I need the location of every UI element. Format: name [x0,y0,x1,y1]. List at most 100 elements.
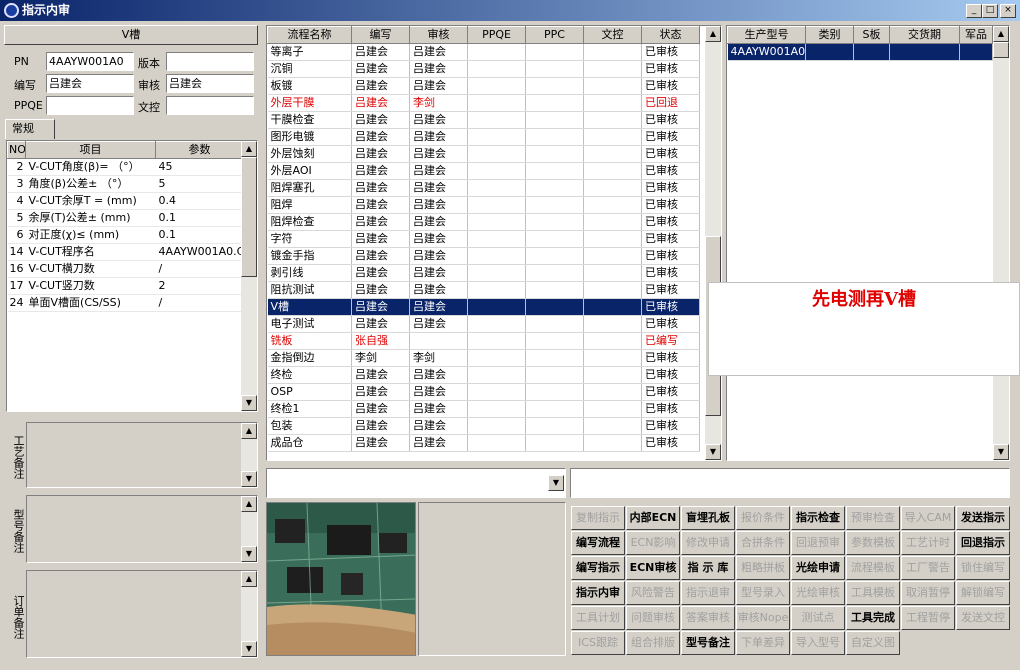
function-button[interactable]: 预审检查 [846,506,900,530]
chevron-down-icon[interactable]: ▼ [548,475,564,491]
function-button[interactable]: 导入CAM [901,506,955,530]
order-col-header[interactable]: 类别 [805,26,854,44]
info-text-box[interactable] [570,468,1010,498]
flow-combo[interactable]: ▼ [266,468,566,498]
function-button[interactable]: 工具完成 [846,606,900,630]
version-field[interactable] [166,52,254,71]
function-button[interactable]: 取消暂停 [901,581,955,605]
doc-control-field[interactable] [166,96,254,115]
function-button[interactable]: 型号录入 [736,581,790,605]
flow-col-header[interactable]: 状态 [641,26,700,44]
col-header-no[interactable]: NO [7,141,26,159]
function-button[interactable]: 编写流程 [571,531,625,555]
param-row[interactable]: 5 余厚(T)公差± (mm) 0.1 [7,209,244,227]
scroll-up-arrow-icon[interactable]: ▲ [241,423,257,439]
param-row[interactable]: 3 角度(β)公差± （°） 5 [7,175,244,193]
function-button[interactable]: 工具模板 [846,581,900,605]
function-button[interactable]: 指示内审 [571,581,625,605]
function-button[interactable]: 测试点 [791,606,845,630]
pn-field[interactable]: 4AAYW001A0 [46,52,134,71]
flow-row[interactable]: 外层AOI 吕建会 吕建会 已审核 [267,162,700,180]
function-button[interactable]: 盲埋孔板 [681,506,735,530]
flow-row[interactable]: 包装 吕建会 吕建会 已审核 [267,417,700,435]
function-button[interactable]: 解锁编写 [956,581,1010,605]
flow-row[interactable]: 阻抗测试 吕建会 吕建会 已审核 [267,281,700,299]
flow-col-header[interactable]: PPQE [467,26,526,44]
maximize-button[interactable]: □ [982,4,998,18]
function-button[interactable]: 修改申请 [681,531,735,555]
function-button[interactable]: 审核Nope [736,606,790,630]
function-button[interactable]: 报价条件 [736,506,790,530]
flow-row[interactable]: 外层蚀刻 吕建会 吕建会 已审核 [267,145,700,163]
param-row[interactable]: 17 V-CUT竖刀数 2 [7,277,244,295]
param-row[interactable]: 2 V-CUT角度(β)= （°） 45 [7,158,244,176]
function-button[interactable]: 回退预审 [791,531,845,555]
function-button[interactable]: 发送文控 [956,606,1010,630]
flow-col-header[interactable]: 文控 [583,26,642,44]
flow-row[interactable]: 剥引线 吕建会 吕建会 已审核 [267,264,700,282]
flow-row[interactable]: 终检1 吕建会 吕建会 已审核 [267,400,700,418]
function-button[interactable]: 下单差异 [736,631,790,655]
function-button[interactable]: ECN影响 [626,531,680,555]
col-header-item[interactable]: 项目 [25,141,156,159]
function-button[interactable]: 自定义图 [846,631,900,655]
function-button[interactable]: 工具计划 [571,606,625,630]
col-header-param[interactable]: 参数 [155,141,244,159]
minimize-button[interactable]: _ [966,4,982,18]
process-note-area[interactable]: ▲ ▼ [26,422,258,488]
function-button[interactable]: 内部ECN [626,506,680,530]
function-button[interactable]: 工程暂停 [901,606,955,630]
order-col-header[interactable]: 交货期 [889,26,960,44]
flow-row[interactable]: V槽 吕建会 吕建会 已审核 [267,298,700,316]
function-button[interactable]: 复制指示 [571,506,625,530]
function-button[interactable]: 参数模板 [846,531,900,555]
function-button[interactable]: ICS跟踪 [571,631,625,655]
function-button[interactable]: 流程模板 [846,556,900,580]
flow-row[interactable]: OSP 吕建会 吕建会 已审核 [267,383,700,401]
flow-row[interactable]: 图形电镀 吕建会 吕建会 已审核 [267,128,700,146]
function-button[interactable]: 指示退审 [681,581,735,605]
order-col-header[interactable]: S板 [853,26,890,44]
review-field[interactable]: 吕建会 [166,74,254,93]
order-col-header[interactable]: 生产型号 [727,26,806,44]
function-button[interactable]: 发送指示 [956,506,1010,530]
scroll-thumb[interactable] [241,157,257,277]
flow-col-header[interactable]: 编写 [351,26,410,44]
function-button[interactable]: 组合排版 [626,631,680,655]
param-row[interactable]: 4 V-CUT余厚T = (mm) 0.4 [7,192,244,210]
close-button[interactable]: × [1000,4,1016,18]
flow-col-header[interactable]: 审核 [409,26,468,44]
order-scrollbar[interactable]: ▲ ▼ [993,26,1009,460]
ppqe-field[interactable] [46,96,134,115]
param-row[interactable]: 14V-CUT程序名4AAYW001A0.CSV [7,243,244,261]
scroll-up-arrow-icon[interactable]: ▲ [241,571,257,587]
function-button[interactable]: 回退指示 [956,531,1010,555]
flow-row[interactable]: 外层干膜 吕建会 李剑 已回退 [267,94,700,112]
param-row[interactable]: 6 对正度(χ)≤ (mm) 0.1 [7,226,244,244]
function-button[interactable]: 光绘申请 [791,556,845,580]
scroll-down-arrow-icon[interactable]: ▼ [993,444,1009,460]
scroll-up-arrow-icon[interactable]: ▲ [993,26,1009,42]
function-button[interactable]: ECN审核 [626,556,680,580]
model-note-area[interactable]: ▲ ▼ [26,495,258,563]
flow-row[interactable]: 沉铜 吕建会 吕建会 已审核 [267,60,700,78]
scroll-thumb[interactable] [993,42,1009,58]
scroll-down-arrow-icon[interactable]: ▼ [241,395,257,411]
function-button[interactable]: 指 示 库 [681,556,735,580]
params-scrollbar[interactable]: ▲ ▼ [241,141,257,411]
flow-row[interactable]: 金指倒边 李剑 李剑 已审核 [267,349,700,367]
flow-row[interactable]: 阻焊塞孔 吕建会 吕建会 已审核 [267,179,700,197]
flow-row[interactable]: 阻焊 吕建会 吕建会 已审核 [267,196,700,214]
scroll-down-arrow-icon[interactable]: ▼ [705,444,721,460]
author-field[interactable]: 吕建会 [46,74,134,93]
function-button[interactable]: 型号备注 [681,631,735,655]
scroll-up-arrow-icon[interactable]: ▲ [241,141,257,157]
function-button[interactable]: 风险警告 [626,581,680,605]
flow-row[interactable]: 干膜检查 吕建会 吕建会 已审核 [267,111,700,129]
function-button[interactable]: 锁住编写 [956,556,1010,580]
param-row[interactable]: 24 单面V槽面(CS/SS) / [7,294,244,312]
flow-col-header[interactable]: 流程名称 [267,26,352,44]
function-button[interactable]: 光绘审核 [791,581,845,605]
flow-row[interactable]: 成品仓 吕建会 吕建会 已审核 [267,434,700,452]
scroll-up-arrow-icon[interactable]: ▲ [241,496,257,512]
